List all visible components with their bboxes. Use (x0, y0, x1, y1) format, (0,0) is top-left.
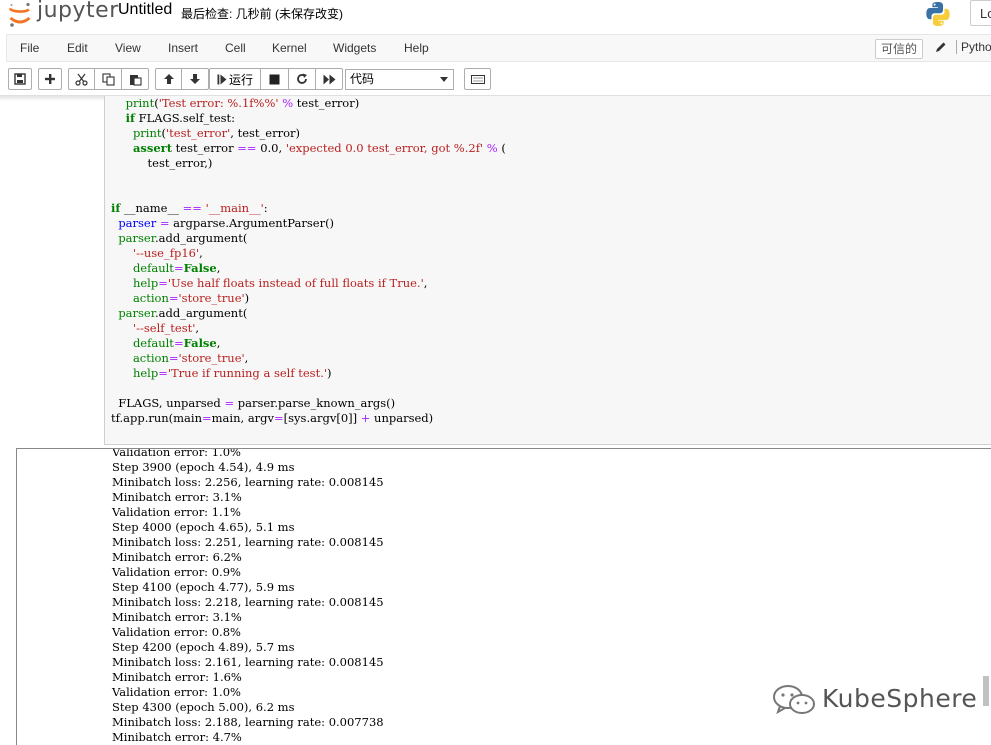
restart-button[interactable] (289, 68, 316, 90)
code-line: assert test_error == 0.0, 'expected 0.0 … (132, 141, 506, 155)
code-line: '--use_fp16', (132, 246, 203, 260)
output-line: Step 4000 (epoch 4.65), 5.1 ms (112, 520, 295, 534)
menu-cell[interactable]: Cell (225, 41, 246, 55)
code-line: parser = argparse.ArgumentParser() (118, 216, 335, 230)
cell-type-select[interactable]: 代码 (345, 69, 454, 90)
copy-icon (101, 72, 115, 86)
watermark-text: KubeSphere (822, 684, 978, 713)
menu-file[interactable]: File (20, 41, 39, 55)
cell-type-value: 代码 (350, 72, 375, 86)
code-line: if __name__ == '__main__': (111, 201, 268, 215)
code-line: action='store_true') (132, 291, 250, 305)
output-line: Minibatch loss: 2.256, learning rate: 0.… (112, 475, 384, 489)
paste-button[interactable] (122, 68, 149, 90)
restart-icon (297, 73, 307, 84)
output-line: Validation error: 0.8% (112, 625, 241, 639)
keyboard-icon (470, 74, 485, 84)
trusted-badge[interactable]: 可信的 (875, 39, 924, 59)
code-line: test_error,) (111, 156, 213, 170)
insert-cell-button[interactable] (38, 68, 62, 90)
run-label: 运行 (228, 72, 253, 87)
save-icon (14, 73, 26, 85)
run-button[interactable]: 运行 (209, 68, 261, 90)
output-line: Minibatch loss: 2.188, learning rate: 0.… (112, 715, 384, 729)
code-line: help='Use half floats instead of full fl… (132, 276, 428, 290)
python-logo-icon (926, 2, 950, 26)
output-line: Validation error: 1.0% (112, 685, 241, 699)
wechat-icon (773, 685, 815, 715)
interrupt-button[interactable] (261, 68, 289, 90)
move-down-button[interactable] (182, 68, 209, 90)
code-line: help='True if running a self test.') (132, 366, 332, 380)
output-line: Step 4100 (epoch 4.77), 5.9 ms (112, 580, 295, 594)
pencil-icon[interactable] (935, 41, 947, 53)
code-line: tf.app.run(main=main, argv=[sys.argv[0]]… (111, 411, 434, 425)
menu-edit[interactable]: Edit (67, 41, 88, 55)
output-line: Minibatch error: 4.7% (112, 730, 242, 744)
menu-insert[interactable]: Insert (168, 41, 198, 55)
save-button[interactable] (8, 68, 32, 90)
output-line: Validation error: 0.9% (112, 565, 241, 579)
chevron-down-icon (440, 77, 448, 82)
move-up-button[interactable] (155, 68, 182, 90)
restart-run-all-button[interactable] (316, 68, 343, 90)
stop-icon (269, 74, 280, 84)
menu-view[interactable]: View (115, 41, 141, 55)
toolbar: 运行 代码 (0, 66, 991, 96)
kernel-indicator[interactable]: Pytho (956, 40, 991, 54)
code-line: FLAGS, unparsed = parser.parse_known_arg… (111, 396, 396, 410)
cut-button[interactable] (68, 68, 95, 90)
output-line: Step 4300 (epoch 5.00), 6.2 ms (112, 700, 295, 714)
output-line: Minibatch error: 3.1% (112, 490, 242, 504)
menubar: File Edit View Insert Cell Kernel Widget… (6, 34, 991, 62)
code-line: print('Test error: %.1f%%' % test_error) (125, 96, 360, 110)
code-line: action='store_true', (132, 351, 249, 365)
output-line: Step 3900 (epoch 4.54), 4.9 ms (112, 460, 295, 474)
notebook-title[interactable]: Untitled (118, 1, 172, 19)
output-line: Minibatch error: 3.1% (112, 610, 242, 624)
logout-button[interactable]: Lo (970, 0, 991, 26)
checkpoint-status: 最后检查: 几秒前 (未保存改变) (181, 7, 343, 21)
code-cell-editor[interactable]: print('Test error: %.1f%%' % test_error)… (104, 96, 991, 445)
fast-forward-icon (323, 74, 335, 84)
code-line: print('test_error', test_error) (132, 126, 300, 140)
code-line: parser.add_argument( (118, 306, 248, 320)
arrow-down-icon (190, 74, 200, 84)
jupyter-logo-icon[interactable] (8, 2, 32, 28)
run-icon (217, 74, 227, 84)
cut-icon (75, 73, 88, 86)
code-line: parser.add_argument( (118, 231, 248, 245)
menu-widgets[interactable]: Widgets (333, 41, 376, 55)
menu-kernel[interactable]: Kernel (272, 41, 307, 55)
paste-icon (129, 74, 142, 86)
output-scrollbar[interactable] (983, 676, 989, 706)
output-line: Validation error: 1.0% (112, 448, 241, 459)
output-line: Validation error: 1.1% (112, 505, 241, 519)
output-line: Minibatch error: 6.2% (112, 550, 242, 564)
output-line: Minibatch loss: 2.161, learning rate: 0.… (112, 655, 384, 669)
notebook-header: jupyter Untitled 最后检查: 几秒前 (未保存改变) Lo (0, 0, 991, 32)
copy-button[interactable] (95, 68, 122, 90)
command-palette-button[interactable] (464, 68, 491, 90)
jupyter-logo-text[interactable]: jupyter (37, 0, 119, 23)
output-line: Step 4200 (epoch 4.89), 5.7 ms (112, 640, 295, 654)
plus-icon (45, 74, 55, 84)
code-line: default=False, (132, 336, 221, 350)
output-line: Minibatch loss: 2.218, learning rate: 0.… (112, 595, 384, 609)
arrow-up-icon (163, 74, 174, 84)
code-line: '--self_test', (132, 321, 200, 335)
code-line: if FLAGS.self_test: (125, 111, 236, 125)
code-line: default=False, (132, 261, 221, 275)
output-line: Minibatch error: 1.6% (112, 670, 242, 684)
output-line: Minibatch loss: 2.251, learning rate: 0.… (112, 535, 384, 549)
menu-help[interactable]: Help (404, 41, 429, 55)
